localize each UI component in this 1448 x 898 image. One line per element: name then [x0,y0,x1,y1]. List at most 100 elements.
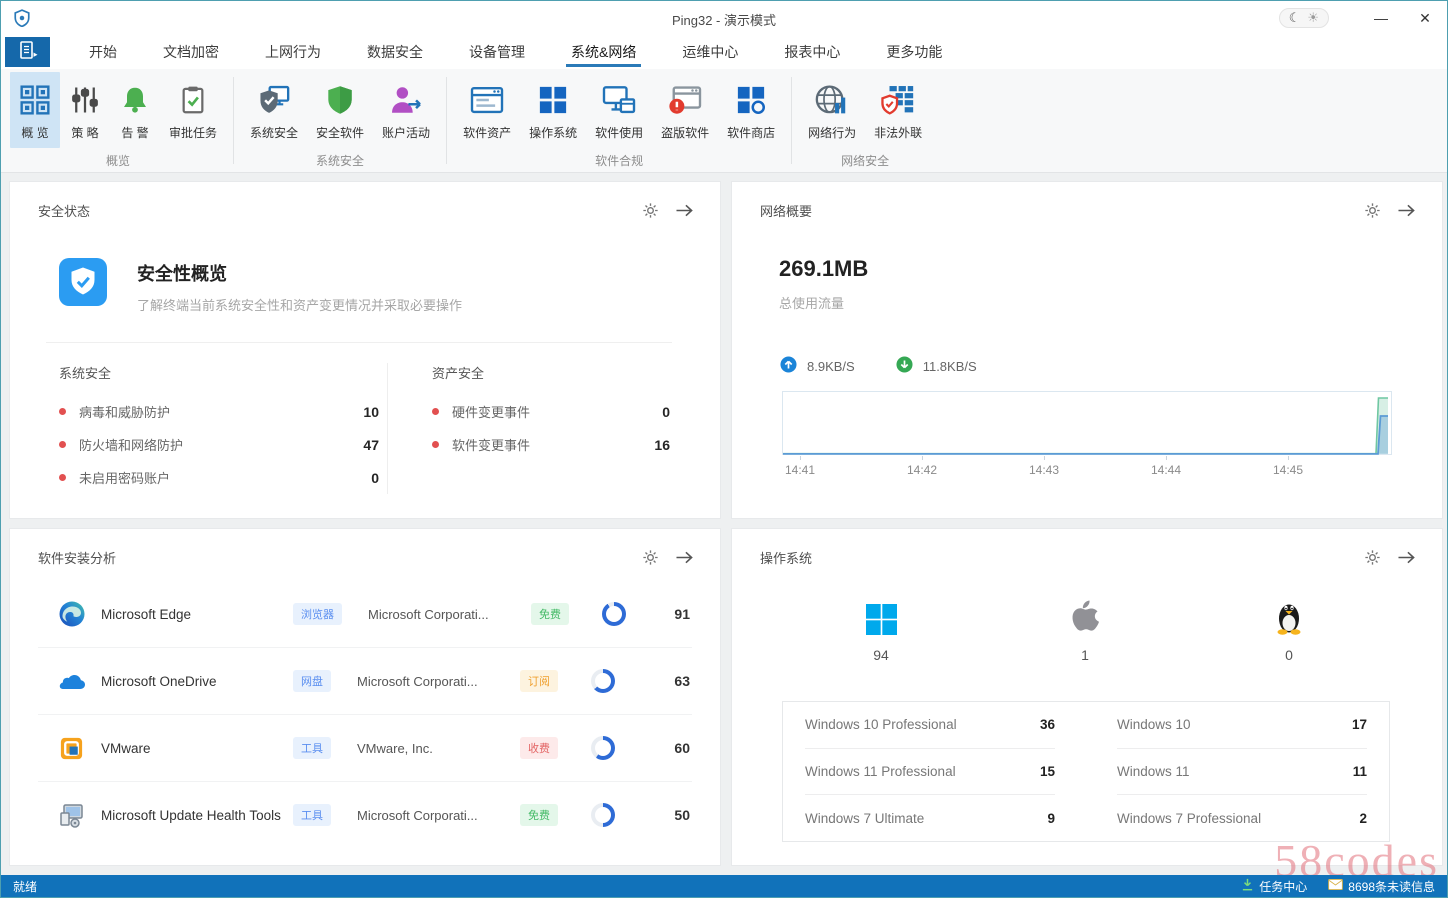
network-traffic-chart [782,391,1392,457]
software-row[interactable]: VMware 工具 VMware, Inc. 收费 60 [38,715,692,782]
ribbon-group-label: 网络安全 [841,154,890,168]
os-table-row[interactable]: Windows 7 Ultimate 9 [805,795,1055,841]
security-item[interactable]: 软件变更事件 16 [432,428,670,461]
os-version-label: Windows 10 Professional [805,717,957,733]
panel-title: 操作系统 [760,551,813,566]
security-item-value: 0 [371,469,379,486]
software-vendor: Microsoft Corporati... [357,807,478,823]
chart-x-axis: 14:41 14:42 14:43 14:44 14:45 [782,456,1392,479]
settings-gear-icon[interactable] [642,202,659,219]
menu-tab-3[interactable]: 上网行为 [242,35,344,69]
theme-toggle[interactable]: ☾ ☀ [1278,8,1329,28]
ribbon-group: 系统安全 安全软件 账户活动 系统安全 [234,69,446,172]
ping32-window: Ping32 - 演示模式 ☾ ☀ — ✕ 开始 文档加密 上网行为 数据安全 设备管理… [0,0,1448,898]
os-count: 1 [1081,647,1089,663]
open-arrow-icon[interactable] [675,202,694,219]
ribbon-button-software-usage-monitor[interactable]: 软件使用 [586,72,652,148]
os-table-row[interactable]: Windows 10 17 [1117,702,1367,749]
menu-tab-1[interactable]: 开始 [66,35,140,69]
ribbon-button-approval-clipboard[interactable]: 审批任务 [160,72,226,148]
price-badge: 收费 [520,737,558,759]
os-summary-apple: 1 [983,595,1187,663]
ribbon-button-pirated-software-warning[interactable]: 盗版软件 [652,72,718,148]
unread-messages-button[interactable]: 8698条未读信息 [1328,878,1435,895]
security-column-header: 系统安全 [59,366,112,381]
network-behavior-globe-icon [815,81,849,119]
red-dot-icon [59,441,66,448]
os-summary-linux: 0 [1187,595,1391,663]
app-menu-icon [17,40,39,65]
policy-sliders-icon [70,81,100,119]
price-badge: 免费 [520,804,558,826]
close-button[interactable]: ✕ [1403,1,1447,35]
onedrive-icon [58,672,88,691]
app-menu-button[interactable] [5,37,50,67]
os-table-column: Windows 10 17 Windows 11 11 Windows 7 Profes… [1117,702,1367,841]
security-item[interactable]: 防火墙和网络防护 47 [59,428,379,461]
open-arrow-icon[interactable] [1397,202,1416,219]
status-bar: 就绪 任务中心 8698条未读信息 [1,875,1447,897]
sun-icon[interactable]: ☀ [1307,10,1319,26]
menu-tab-2[interactable]: 文档加密 [140,35,242,69]
menu-tab-8[interactable]: 报表中心 [761,35,863,69]
panel-title: 安全状态 [38,204,91,219]
chart-tick-label: 14:42 [906,456,938,477]
security-item-label: 硬件变更事件 [452,405,531,420]
ribbon-button-illegal-connection-shield[interactable]: 非法外联 [865,72,931,148]
os-table-row[interactable]: Windows 11 11 [1117,749,1367,796]
menu-tab-9[interactable]: 更多功能 [863,35,965,69]
category-badge: 浏览器 [293,603,342,625]
ribbon-button-alert-bell[interactable]: 告 警 [110,72,160,148]
red-dot-icon [432,441,439,448]
menu-tab-7[interactable]: 运维中心 [659,35,761,69]
ribbon-button-policy-sliders[interactable]: 策 略 [60,72,110,148]
ribbon-group: 网络行为 非法外联网络安全 [792,69,938,172]
task-center-button[interactable]: 任务中心 [1241,878,1307,895]
security-item-value: 47 [363,436,379,453]
settings-gear-icon[interactable] [1364,549,1381,566]
ribbon-group: 概 览策 略告 警审批任务 概览 [3,69,233,172]
pirated-software-warning-icon [668,81,702,119]
settings-gear-icon[interactable] [642,549,659,566]
red-dot-icon [59,474,66,481]
open-arrow-icon[interactable] [675,549,694,566]
moon-icon[interactable]: ☾ [1289,10,1301,26]
ribbon-button-software-store[interactable]: 软件商店 [718,72,784,148]
menu-tab-6[interactable]: 系统&网络 [548,35,659,69]
ribbon-button-system-security-shield[interactable]: 系统安全 [241,72,307,148]
security-column: 系统安全病毒和威胁防护 10 防火墙和网络防护 47 未启用密码账户 0 [59,363,387,494]
os-version-count: 9 [1047,810,1055,826]
illegal-connection-shield-icon [881,81,915,119]
ribbon: 概 览策 略告 警审批任务 概览 系统安全 安全软件 账户活动 系统安全 软件资产 操作系统软… [1,69,1447,173]
os-table-row[interactable]: Windows 10 Professional 36 [805,702,1055,749]
software-store-icon [736,81,766,119]
install-progress-ring [602,602,626,626]
open-arrow-icon[interactable] [1397,549,1416,566]
minimize-button[interactable]: — [1359,1,1403,35]
settings-gear-icon[interactable] [1364,202,1381,219]
security-item[interactable]: 硬件变更事件 0 [432,395,670,428]
ribbon-button-network-behavior-globe[interactable]: 网络行为 [799,72,865,148]
os-version-label: Windows 10 [1117,717,1191,733]
chart-tick-label: 14:43 [1028,456,1060,477]
os-table-row[interactable]: Windows 11 Professional 15 [805,749,1055,796]
security-item-label: 病毒和威胁防护 [79,405,171,420]
vmware-icon [58,735,88,762]
approval-clipboard-icon [179,81,207,119]
security-item[interactable]: 病毒和威胁防护 10 [59,395,379,428]
install-count: 60 [674,740,690,756]
divider [46,342,672,343]
menu-tab-4[interactable]: 数据安全 [344,35,446,69]
install-count: 91 [674,606,690,622]
software-row[interactable]: Microsoft Edge 浏览器 Microsoft Corporati... 免… [38,581,692,648]
account-activity-user-icon [389,81,423,119]
ribbon-button-security-software-shield[interactable]: 安全软件 [307,72,373,148]
ribbon-button-software-asset-window[interactable]: 软件资产 [454,72,520,148]
ribbon-button-account-activity-user[interactable]: 账户活动 [373,72,439,148]
security-item[interactable]: 未启用密码账户 0 [59,461,379,494]
ribbon-button-os-grid[interactable]: 操作系统 [520,72,586,148]
software-row[interactable]: Microsoft Update Health Tools 工具 Microsoft… [38,782,692,848]
software-row[interactable]: Microsoft OneDrive 网盘 Microsoft Corporati.… [38,648,692,715]
menu-tab-5[interactable]: 设备管理 [446,35,548,69]
ribbon-button-overview-grid[interactable]: 概 览 [10,72,60,148]
